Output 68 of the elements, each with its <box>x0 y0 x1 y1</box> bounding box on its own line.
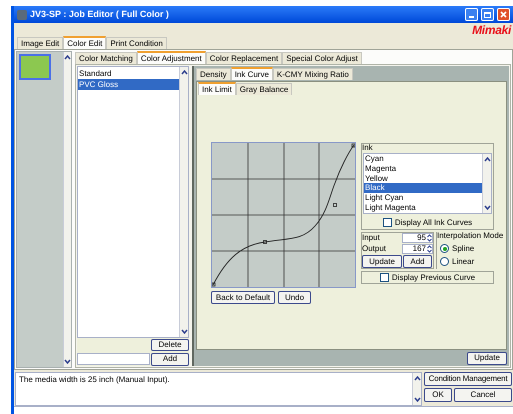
window-title: JV3-SP : Job Editor ( Full Color ) <box>30 10 169 19</box>
radio-button[interactable] <box>440 244 449 253</box>
scrollbar[interactable] <box>482 154 491 213</box>
number-spinner[interactable]: 95 <box>402 233 433 243</box>
checkbox-label: Display All Ink Curves <box>394 218 472 226</box>
ink-curve-drawing[interactable] <box>212 144 355 286</box>
button[interactable]: Add <box>151 352 189 366</box>
tab[interactable]: Special Color Adjust <box>282 52 362 64</box>
checkbox[interactable] <box>382 218 392 227</box>
list-item[interactable]: PVC Gloss <box>78 79 179 90</box>
scroll-down-icon[interactable] <box>414 396 420 403</box>
button[interactable]: Back to Default <box>211 291 275 304</box>
spinner-icon[interactable] <box>427 234 432 242</box>
button[interactable]: Add <box>403 255 432 268</box>
scroll-down-icon[interactable] <box>64 358 71 365</box>
tab[interactable]: Print Condition <box>106 37 167 49</box>
radio-label: Linear <box>452 258 474 266</box>
tab[interactable]: Density <box>196 68 231 80</box>
tab[interactable]: Gray Balance <box>236 83 292 95</box>
radio-label: Spline <box>452 244 474 252</box>
app-icon <box>17 10 27 20</box>
button[interactable]: Cancel <box>454 388 512 402</box>
scroll-up-icon[interactable] <box>484 156 490 163</box>
button[interactable]: Update <box>362 255 402 268</box>
button[interactable]: OK <box>424 388 452 402</box>
tab[interactable]: K-CMY Mixing Ratio <box>272 68 353 80</box>
minimize-icon[interactable] <box>465 8 478 21</box>
logo: Mimaki <box>472 24 511 36</box>
tab[interactable]: Color Replacement <box>206 52 282 64</box>
scrollbar[interactable] <box>63 52 71 367</box>
number-spinner[interactable]: 167 <box>402 244 433 254</box>
list-item[interactable]: Standard <box>78 68 179 79</box>
list-item[interactable]: Light Cyan <box>364 193 482 204</box>
list-item[interactable]: Yellow <box>364 174 482 184</box>
thumbnail-placeholder[interactable] <box>19 54 51 80</box>
tab[interactable]: Ink Curve <box>230 67 273 80</box>
tab[interactable]: Image Edit <box>17 37 64 49</box>
tab[interactable]: Color Matching <box>75 52 137 64</box>
list-item[interactable]: Black <box>364 183 482 194</box>
tab[interactable]: Color Edit <box>63 36 106 49</box>
button[interactable]: Undo <box>278 291 311 304</box>
list-item[interactable]: Magenta <box>364 164 482 174</box>
name-input-field[interactable] <box>77 353 150 365</box>
scrollbar[interactable] <box>179 67 188 337</box>
checkbox[interactable] <box>380 273 389 282</box>
button[interactable]: Delete <box>151 339 189 351</box>
maximize-icon[interactable] <box>481 8 494 21</box>
radio-button[interactable] <box>440 257 449 266</box>
close-icon[interactable] <box>497 8 510 21</box>
tab[interactable]: Ink Limit <box>198 82 236 95</box>
list-item[interactable]: Cyan <box>364 154 482 164</box>
scroll-up-icon[interactable] <box>180 69 188 76</box>
message-text: The media width is 25 inch (Manual Input). <box>18 374 171 386</box>
field-label: Output <box>362 245 388 253</box>
checkbox-label: Display Previous Curve <box>392 274 476 282</box>
field-label: Input <box>362 234 381 242</box>
button[interactable]: Condition Management <box>424 372 512 386</box>
tab[interactable]: Color Adjustment <box>136 51 206 64</box>
scroll-up-icon[interactable] <box>414 375 420 382</box>
scrollbar[interactable] <box>412 373 421 405</box>
list-item[interactable]: Light Magenta <box>364 203 482 213</box>
scroll-down-icon[interactable] <box>180 328 188 335</box>
group-label: Interpolation Mode <box>437 232 504 240</box>
spinner-icon[interactable] <box>427 245 432 253</box>
scroll-down-icon[interactable] <box>484 204 490 211</box>
button[interactable]: Update <box>467 352 507 364</box>
scroll-up-icon[interactable] <box>64 54 71 61</box>
group-label: Ink <box>362 144 374 153</box>
